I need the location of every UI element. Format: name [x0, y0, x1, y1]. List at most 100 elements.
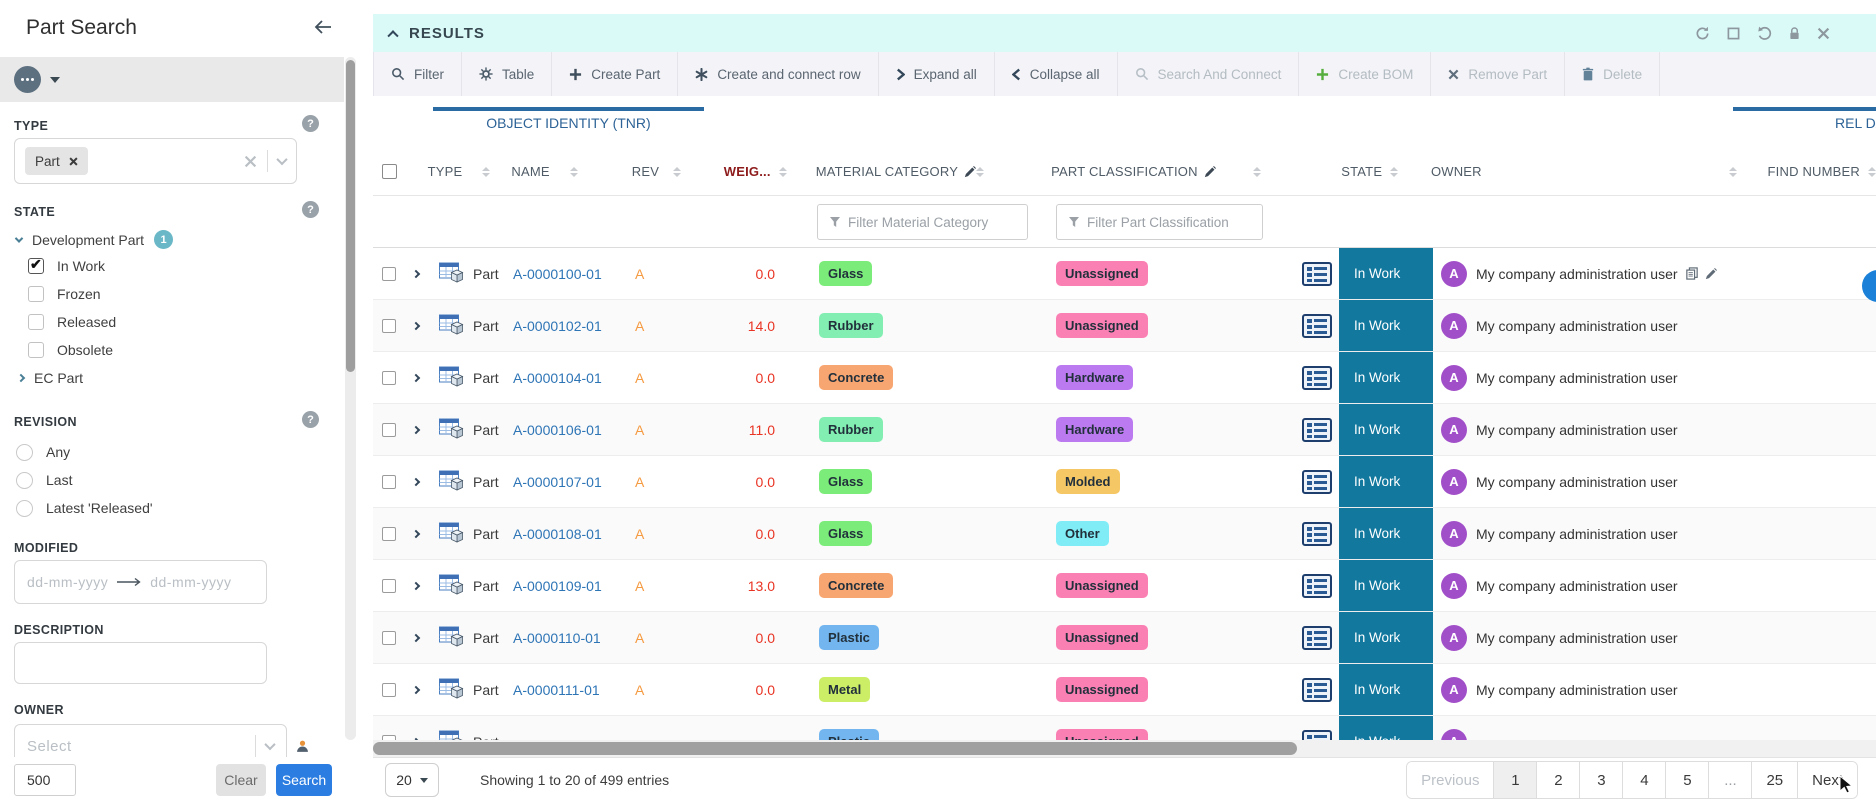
- scrollbar-thumb[interactable]: [346, 60, 355, 372]
- sort-icon[interactable]: [570, 167, 578, 177]
- toolbar-button[interactable]: Filter: [373, 52, 462, 96]
- details-icon[interactable]: [1302, 730, 1332, 741]
- expand-row-icon[interactable]: [412, 581, 420, 589]
- details-icon[interactable]: [1302, 262, 1332, 286]
- radio-button[interactable]: [16, 444, 33, 461]
- search-button[interactable]: Search: [276, 764, 332, 796]
- date-to-input[interactable]: dd-mm-yyyy: [150, 574, 231, 590]
- owner-dropdown-icon[interactable]: [264, 739, 275, 750]
- col-rev[interactable]: REV: [632, 164, 659, 179]
- row-checkbox[interactable]: [382, 319, 396, 333]
- sort-icon[interactable]: [1390, 167, 1398, 177]
- part-name-link[interactable]: A-0000100-01: [513, 266, 602, 282]
- expand-row-icon[interactable]: [412, 685, 420, 693]
- col-material-category[interactable]: MATERIAL CATEGORY: [816, 164, 958, 179]
- part-name-link[interactable]: A-0000108-01: [513, 526, 602, 542]
- checkbox[interactable]: [28, 342, 44, 358]
- pagination-item[interactable]: ...: [1708, 762, 1751, 798]
- row-checkbox[interactable]: [382, 267, 396, 281]
- sort-icon[interactable]: [482, 167, 490, 177]
- close-icon[interactable]: [1817, 27, 1830, 40]
- part-classification-filter-input[interactable]: Filter Part Classification: [1056, 204, 1263, 240]
- state-filter-option[interactable]: Obsolete: [28, 336, 324, 364]
- col-owner[interactable]: OWNER: [1431, 164, 1482, 179]
- clear-button[interactable]: Clear: [216, 764, 266, 796]
- table-row[interactable]: Part A-0000102-01 A 14.0 Rubber Unassign…: [373, 300, 1876, 352]
- date-from-input[interactable]: dd-mm-yyyy: [27, 574, 108, 590]
- table-row[interactable]: Part A-0000109-01 A 13.0 Concrete Unassi…: [373, 560, 1876, 612]
- row-checkbox[interactable]: [382, 423, 396, 437]
- table-row[interactable]: Part A-0000111-01 A 0.0 Metal Unassigned…: [373, 664, 1876, 716]
- details-icon[interactable]: [1302, 522, 1332, 546]
- revision-help-icon[interactable]: [302, 411, 319, 428]
- expand-row-icon[interactable]: [412, 529, 420, 537]
- radio-button[interactable]: [16, 500, 33, 517]
- table-row[interactable]: Part Plastic Unassigned In Work A: [373, 716, 1876, 740]
- part-name-link[interactable]: A-0000102-01: [513, 318, 602, 334]
- table-row[interactable]: Part A-0000106-01 A 11.0 Rubber Hardware…: [373, 404, 1876, 456]
- restore-window-icon[interactable]: [1727, 27, 1740, 40]
- row-checkbox[interactable]: [382, 631, 396, 645]
- expand-row-icon[interactable]: [412, 633, 420, 641]
- col-type[interactable]: TYPE: [428, 164, 463, 179]
- toolbar-button[interactable]: Create Part: [552, 52, 678, 96]
- part-name-link[interactable]: A-0000111-01: [513, 682, 600, 698]
- sort-icon[interactable]: [976, 167, 984, 177]
- row-checkbox[interactable]: [382, 683, 396, 697]
- pick-user-icon[interactable]: [296, 740, 309, 758]
- toolbar-button[interactable]: Create and connect row: [678, 52, 878, 96]
- panel-scrollbar[interactable]: [345, 57, 356, 740]
- row-checkbox[interactable]: [382, 579, 396, 593]
- pagination-item[interactable]: 3: [1579, 762, 1622, 798]
- revision-option[interactable]: Any: [16, 438, 324, 466]
- pagination-item[interactable]: Next: [1797, 762, 1857, 798]
- undo-icon[interactable]: [1757, 26, 1772, 41]
- refresh-icon[interactable]: [1695, 26, 1710, 41]
- type-dropdown-icon[interactable]: [276, 154, 287, 165]
- toolbar-button[interactable]: Expand all: [879, 52, 995, 96]
- row-checkbox[interactable]: [382, 475, 396, 489]
- details-icon[interactable]: [1302, 470, 1332, 494]
- pagination-item[interactable]: 2: [1536, 762, 1579, 798]
- type-help-icon[interactable]: [302, 115, 319, 132]
- toolbar-button[interactable]: Table: [462, 52, 552, 96]
- details-icon[interactable]: [1302, 418, 1332, 442]
- radio-button[interactable]: [16, 472, 33, 489]
- sort-icon[interactable]: [1729, 167, 1737, 177]
- table-row[interactable]: Part A-0000107-01 A 0.0 Glass Molded In …: [373, 456, 1876, 508]
- select-all-checkbox[interactable]: [382, 164, 397, 179]
- collapse-panel-arrow-icon[interactable]: [314, 20, 332, 39]
- checkbox[interactable]: [28, 314, 44, 330]
- part-name-link[interactable]: A-0000107-01: [513, 474, 602, 490]
- collapse-results-icon[interactable]: [387, 30, 398, 41]
- edit-owner-icon[interactable]: [1705, 268, 1717, 280]
- toolbar-button[interactable]: Delete: [1565, 52, 1660, 96]
- modified-date-range[interactable]: dd-mm-yyyy dd-mm-yyyy: [14, 560, 267, 604]
- table-row[interactable]: Part A-0000108-01 A 0.0 Glass Other In W…: [373, 508, 1876, 560]
- part-name-link[interactable]: A-0000109-01: [513, 578, 602, 594]
- details-icon[interactable]: [1302, 366, 1332, 390]
- col-weight[interactable]: WEIG...: [724, 164, 771, 179]
- details-icon[interactable]: [1302, 626, 1332, 650]
- part-name-link[interactable]: A-0000104-01: [513, 370, 602, 386]
- expand-row-icon[interactable]: [412, 477, 420, 485]
- part-name-link[interactable]: A-0000110-01: [513, 630, 601, 646]
- state-group-development-part[interactable]: Development Part 1: [16, 230, 173, 249]
- description-input[interactable]: [14, 642, 267, 684]
- sort-icon[interactable]: [1253, 167, 1261, 177]
- details-icon[interactable]: [1302, 678, 1332, 702]
- details-icon[interactable]: [1302, 314, 1332, 338]
- row-checkbox[interactable]: [382, 371, 396, 385]
- pagination-item[interactable]: 4: [1622, 762, 1665, 798]
- toolbar-button[interactable]: Create BOM: [1299, 52, 1431, 96]
- max-results-input[interactable]: 500: [14, 764, 76, 796]
- lock-icon[interactable]: [1789, 27, 1800, 40]
- horizontal-scrollbar[interactable]: [373, 740, 1876, 757]
- table-row[interactable]: Part A-0000110-01 A 0.0 Plastic Unassign…: [373, 612, 1876, 664]
- pagination-item[interactable]: 25: [1751, 762, 1797, 798]
- pagination-item[interactable]: 1: [1493, 762, 1536, 798]
- col-name[interactable]: NAME: [511, 164, 549, 179]
- more-actions-button[interactable]: [14, 66, 41, 93]
- state-help-icon[interactable]: [302, 201, 319, 218]
- page-size-select[interactable]: 20: [385, 763, 439, 797]
